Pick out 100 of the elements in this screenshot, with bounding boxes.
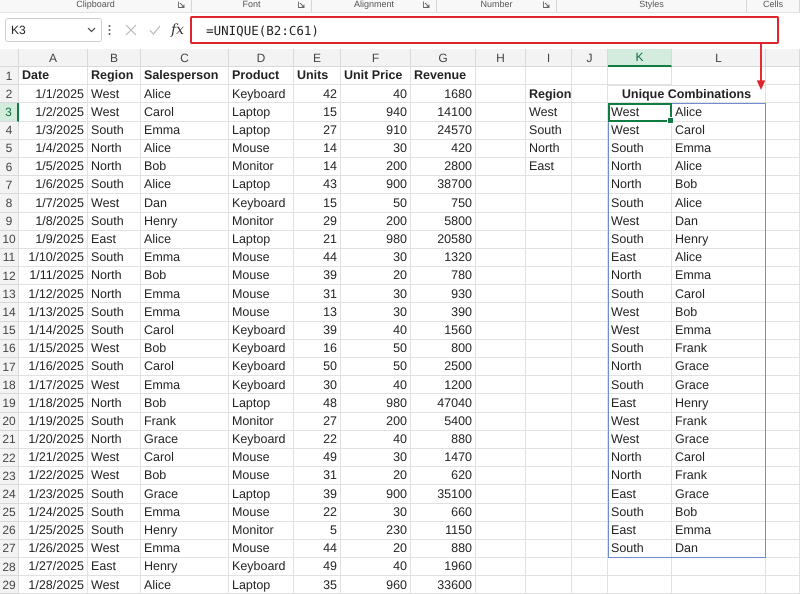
- row-header[interactable]: 17: [0, 358, 19, 376]
- row-header[interactable]: 15: [0, 322, 19, 340]
- empty-cell[interactable]: [572, 212, 608, 231]
- column-header[interactable]: D: [229, 49, 294, 67]
- empty-cell[interactable]: [766, 540, 800, 558]
- empty-cell[interactable]: [572, 467, 608, 486]
- row-header[interactable]: 24: [0, 485, 19, 504]
- row-header[interactable]: 18: [0, 376, 19, 394]
- dialog-launcher-icon[interactable]: [298, 1, 305, 8]
- empty-cell[interactable]: [766, 212, 800, 231]
- dialog-launcher-icon[interactable]: [178, 1, 185, 8]
- empty-cell[interactable]: [476, 267, 526, 286]
- column-header[interactable]: K: [608, 49, 672, 67]
- empty-cell[interactable]: [526, 340, 572, 358]
- column-header[interactable]: E: [294, 49, 341, 67]
- empty-cell[interactable]: [766, 194, 800, 212]
- empty-cell[interactable]: [476, 176, 526, 194]
- empty-cell[interactable]: [476, 122, 526, 140]
- row-header[interactable]: 1: [0, 67, 19, 86]
- row-header[interactable]: 6: [0, 158, 19, 176]
- empty-cell[interactable]: [476, 576, 526, 594]
- empty-cell[interactable]: [526, 303, 572, 322]
- empty-cell[interactable]: [476, 158, 526, 176]
- cancel-icon[interactable]: [125, 24, 137, 36]
- empty-cell[interactable]: [766, 85, 800, 104]
- empty-cell[interactable]: [476, 485, 526, 504]
- empty-cell[interactable]: [572, 230, 608, 249]
- empty-cell[interactable]: [476, 340, 526, 358]
- dialog-launcher-icon[interactable]: [423, 1, 430, 8]
- row-header[interactable]: 13: [0, 285, 19, 304]
- row-header[interactable]: 4: [0, 122, 19, 140]
- empty-cell[interactable]: [766, 467, 800, 486]
- fill-handle[interactable]: [667, 116, 674, 124]
- empty-cell[interactable]: [572, 394, 608, 413]
- empty-cell[interactable]: [572, 376, 608, 394]
- empty-cell[interactable]: [526, 558, 572, 576]
- row-header[interactable]: 21: [0, 430, 19, 449]
- empty-cell[interactable]: [572, 248, 608, 268]
- empty-cell[interactable]: [572, 267, 608, 286]
- column-header[interactable]: I: [526, 49, 572, 67]
- column-header[interactable]: H: [476, 49, 526, 67]
- more-icon[interactable]: [108, 24, 111, 36]
- empty-cell[interactable]: [572, 285, 608, 304]
- column-header[interactable]: [766, 49, 800, 67]
- empty-cell[interactable]: [572, 430, 608, 449]
- empty-cell[interactable]: [672, 576, 766, 594]
- empty-cell[interactable]: [766, 140, 800, 158]
- empty-cell[interactable]: [572, 158, 608, 176]
- name-box[interactable]: K3: [5, 18, 102, 42]
- empty-cell[interactable]: [476, 376, 526, 394]
- empty-cell[interactable]: [526, 467, 572, 486]
- empty-cell[interactable]: [476, 412, 526, 431]
- empty-cell[interactable]: [572, 122, 608, 140]
- empty-cell[interactable]: [766, 358, 800, 376]
- empty-cell[interactable]: [572, 340, 608, 358]
- row-header[interactable]: 3: [0, 103, 19, 122]
- row-header[interactable]: 29: [0, 576, 19, 594]
- row-header[interactable]: 5: [0, 140, 19, 158]
- column-header[interactable]: A: [19, 49, 88, 67]
- empty-cell[interactable]: [766, 504, 800, 522]
- empty-cell[interactable]: [766, 394, 800, 413]
- row-header[interactable]: 14: [0, 303, 19, 322]
- empty-cell[interactable]: [766, 230, 800, 249]
- row-header[interactable]: 9: [0, 212, 19, 231]
- empty-cell[interactable]: [766, 303, 800, 322]
- empty-cell[interactable]: [572, 103, 608, 122]
- empty-cell[interactable]: [572, 485, 608, 504]
- empty-cell[interactable]: [766, 122, 800, 140]
- empty-cell[interactable]: [608, 67, 672, 86]
- empty-cell[interactable]: [526, 522, 572, 540]
- row-header[interactable]: 8: [0, 194, 19, 212]
- empty-cell[interactable]: [572, 85, 608, 104]
- empty-cell[interactable]: [572, 540, 608, 558]
- empty-cell[interactable]: [476, 67, 526, 86]
- row-header[interactable]: 27: [0, 540, 19, 558]
- empty-cell[interactable]: [526, 430, 572, 449]
- empty-cell[interactable]: [526, 540, 572, 558]
- row-header[interactable]: 16: [0, 340, 19, 358]
- empty-cell[interactable]: [476, 248, 526, 268]
- empty-cell[interactable]: [765, 67, 800, 86]
- row-header[interactable]: 12: [0, 267, 19, 286]
- empty-cell[interactable]: [766, 558, 800, 576]
- empty-cell[interactable]: [766, 485, 800, 504]
- row-header[interactable]: 25: [0, 504, 19, 522]
- empty-cell[interactable]: [476, 230, 526, 249]
- row-header[interactable]: 11: [0, 248, 19, 268]
- empty-cell[interactable]: [526, 358, 572, 376]
- column-header[interactable]: G: [411, 49, 476, 67]
- row-header[interactable]: 23: [0, 467, 19, 486]
- empty-cell[interactable]: [572, 303, 608, 322]
- column-header[interactable]: L: [672, 49, 766, 67]
- empty-cell[interactable]: [476, 103, 526, 122]
- empty-cell[interactable]: [476, 322, 526, 340]
- empty-cell[interactable]: [476, 504, 526, 522]
- row-header[interactable]: 19: [0, 394, 19, 413]
- empty-cell[interactable]: [476, 194, 526, 212]
- column-header[interactable]: J: [572, 49, 608, 67]
- empty-cell[interactable]: [476, 303, 526, 322]
- empty-cell[interactable]: [572, 358, 608, 376]
- row-header[interactable]: 20: [0, 412, 19, 431]
